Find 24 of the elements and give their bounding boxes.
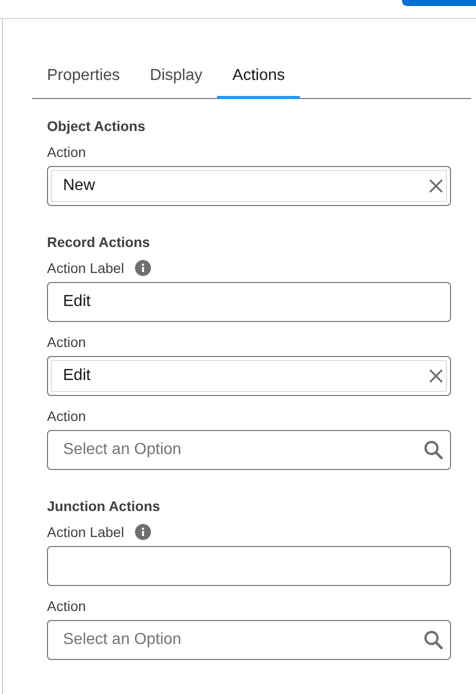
search-icon[interactable] xyxy=(424,440,443,460)
tab[interactable]: Properties xyxy=(47,61,135,99)
section-title: Record Actions xyxy=(47,234,151,250)
search-field[interactable]: Select an Option xyxy=(47,620,451,660)
section-title: Object Actions xyxy=(47,118,146,134)
search-icon[interactable] xyxy=(424,630,443,650)
tab[interactable]: Display xyxy=(134,61,218,99)
section-title: Junction Actions xyxy=(47,498,162,514)
combo-field[interactable]: Edit xyxy=(47,356,451,396)
field-label: Action xyxy=(47,144,86,160)
search-field[interactable]: Select an Option xyxy=(47,430,451,470)
close-icon[interactable] xyxy=(429,179,443,193)
field-label: Action xyxy=(47,598,86,614)
input-field[interactable] xyxy=(47,546,451,586)
info-icon[interactable] xyxy=(135,524,152,540)
combo-field[interactable]: New xyxy=(47,166,451,206)
field-label: Action xyxy=(47,334,86,350)
field-label: Action Label xyxy=(47,524,124,540)
tab[interactable]: Actions xyxy=(217,61,300,99)
field-label: Action Label xyxy=(47,260,124,276)
close-icon[interactable] xyxy=(429,369,443,383)
info-icon[interactable] xyxy=(135,260,152,276)
input-field[interactable]: Edit xyxy=(47,282,451,322)
field-label: Action xyxy=(47,408,86,424)
